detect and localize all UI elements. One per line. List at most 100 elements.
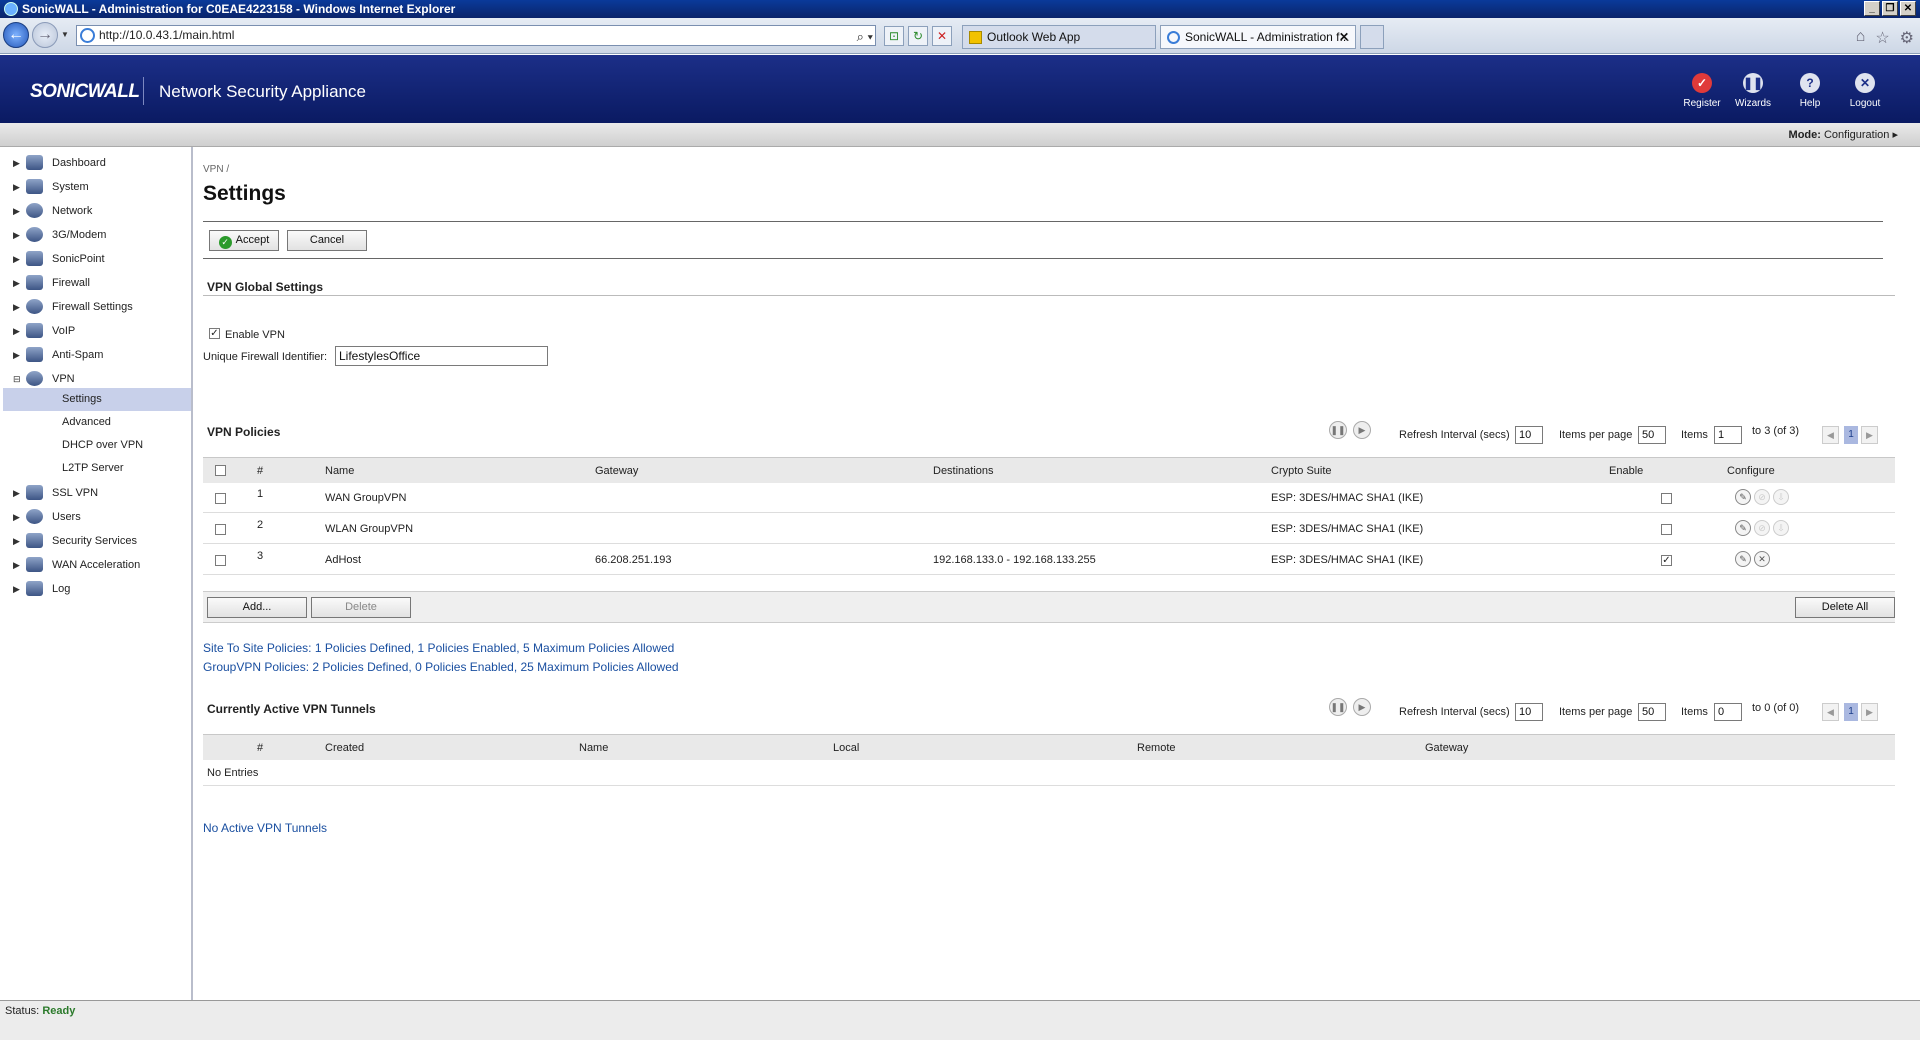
items-start-input[interactable]: 1 xyxy=(1714,426,1742,444)
sidebar-item-firewall-settings[interactable]: ▶ Firewall Settings xyxy=(0,295,193,319)
sidebar-item-ssl-vpn[interactable]: ▶ SSL VPN xyxy=(0,481,193,505)
delete-all-button[interactable]: Delete All xyxy=(1795,597,1895,618)
enable-checkbox[interactable] xyxy=(1661,493,1672,504)
breadcrumb[interactable]: VPN / xyxy=(203,164,229,175)
expand-arrow-icon[interactable]: ▶ xyxy=(13,271,20,295)
expand-arrow-icon[interactable]: ▶ xyxy=(13,319,20,343)
close-icon[interactable]: ✕ xyxy=(1900,1,1916,16)
expand-arrow-icon[interactable]: ▶ xyxy=(13,553,20,577)
tools-icon[interactable]: ⚙ xyxy=(1900,28,1914,48)
items-per-page-input[interactable]: 50 xyxy=(1638,426,1666,444)
column-header[interactable]: Destinations xyxy=(933,458,994,484)
tab-outlook[interactable]: Outlook Web App xyxy=(962,25,1156,49)
add-policy-button[interactable]: Add... xyxy=(207,597,307,618)
expand-arrow-icon[interactable]: ▶ xyxy=(13,577,20,601)
page-number[interactable]: 1 xyxy=(1844,703,1858,721)
select-all-checkbox[interactable] xyxy=(215,465,226,476)
sidebar-item-anti-spam[interactable]: ▶ Anti-Spam xyxy=(0,343,193,367)
prev-page-icon[interactable]: ◀ xyxy=(1822,426,1839,444)
column-header[interactable]: Name xyxy=(325,458,354,484)
firewall-id-input[interactable]: LifestylesOffice xyxy=(335,346,548,366)
row-select-checkbox[interactable] xyxy=(215,493,226,504)
tab-sonicwall[interactable]: SonicWALL - Administration f... ✕ xyxy=(1160,25,1356,49)
export-icon[interactable]: ⇩ xyxy=(1773,489,1789,505)
register-button[interactable]: ✓ Register xyxy=(1677,73,1727,109)
forward-icon[interactable]: → xyxy=(32,22,58,48)
sidebar-subitem-dhcp-over-vpn[interactable]: DHCP over VPN xyxy=(3,434,191,457)
next-page-icon[interactable]: ▶ xyxy=(1861,426,1878,444)
prev-page-icon[interactable]: ◀ xyxy=(1822,703,1839,721)
sidebar-item-dashboard[interactable]: ▶ Dashboard xyxy=(0,151,193,175)
expand-arrow-icon[interactable]: ▶ xyxy=(13,151,20,175)
enable-checkbox[interactable] xyxy=(1661,524,1672,535)
home-icon[interactable]: ⌂ xyxy=(1856,28,1866,48)
search-icon[interactable]: ⌕ ▾ xyxy=(857,27,873,46)
enable-vpn-checkbox[interactable]: ✓ xyxy=(209,328,220,339)
back-icon[interactable]: ← xyxy=(3,22,29,48)
help-button[interactable]: ? Help xyxy=(1785,73,1835,109)
tab-close-icon[interactable]: ✕ xyxy=(1339,26,1349,48)
edit-icon[interactable]: ✎ xyxy=(1735,489,1751,505)
sidebar-item-log[interactable]: ▶ Log xyxy=(0,577,193,601)
items-start-input[interactable]: 0 xyxy=(1714,703,1742,721)
pause-icon[interactable]: ❚❚ xyxy=(1329,421,1347,439)
table-row[interactable]: 1 WAN GroupVPN ESP: 3DES/HMAC SHA1 (IKE)… xyxy=(203,483,1895,513)
edit-icon[interactable]: ✎ xyxy=(1735,551,1751,567)
sidebar-item-security-services[interactable]: ▶ Security Services xyxy=(0,529,193,553)
sidebar-item-wan-acceleration[interactable]: ▶ WAN Acceleration xyxy=(0,553,193,577)
sidebar-item-firewall[interactable]: ▶ Firewall xyxy=(0,271,193,295)
column-header[interactable]: Enable xyxy=(1609,458,1643,484)
logout-button[interactable]: ✕ Logout xyxy=(1840,73,1890,109)
sidebar-subitem-advanced[interactable]: Advanced xyxy=(3,411,191,434)
cancel-button[interactable]: Cancel xyxy=(287,230,367,251)
expand-arrow-icon[interactable]: ▶ xyxy=(13,247,20,271)
pause-icon[interactable]: ❚❚ xyxy=(1329,698,1347,716)
column-header[interactable]: Remote xyxy=(1137,735,1176,761)
sidebar-item-users[interactable]: ▶ Users xyxy=(0,505,193,529)
minimize-icon[interactable]: _ xyxy=(1864,1,1880,16)
delete-policy-button[interactable]: Delete xyxy=(311,597,411,618)
mode-selector[interactable]: Configuration ▸ xyxy=(1824,129,1898,141)
export-icon[interactable]: ⇩ xyxy=(1773,520,1789,536)
refresh-interval-input[interactable]: 10 xyxy=(1515,703,1543,721)
expand-arrow-icon[interactable]: ▶ xyxy=(13,223,20,247)
enable-checkbox[interactable]: ✓ xyxy=(1661,555,1672,566)
compat-view-icon[interactable]: ⊡ xyxy=(884,26,904,46)
expand-arrow-icon[interactable]: ▶ xyxy=(13,505,20,529)
column-header[interactable]: # xyxy=(257,735,263,761)
expand-arrow-icon[interactable]: ▶ xyxy=(13,175,20,199)
sidebar-item-system[interactable]: ▶ System xyxy=(0,175,193,199)
next-page-icon[interactable]: ▶ xyxy=(1861,703,1878,721)
wizards-button[interactable]: ❚❚ Wizards xyxy=(1728,73,1778,109)
refresh-icon[interactable]: ↻ xyxy=(908,26,928,46)
table-row[interactable]: 3 AdHost 66.208.251.193 192.168.133.0 - … xyxy=(203,545,1895,575)
sidebar-subitem-settings[interactable]: Settings xyxy=(3,388,191,411)
accept-button[interactable]: ✓ Accept xyxy=(209,230,279,251)
play-icon[interactable]: ▶ xyxy=(1353,421,1371,439)
expand-arrow-icon[interactable]: ▶ xyxy=(13,295,20,319)
delete-icon[interactable]: ✕ xyxy=(1754,551,1770,567)
expand-arrow-icon[interactable]: ▶ xyxy=(13,529,20,553)
favorites-icon[interactable]: ☆ xyxy=(1875,28,1889,48)
row-select-checkbox[interactable] xyxy=(215,524,226,535)
sidebar-item-network[interactable]: ▶ Network xyxy=(0,199,193,223)
expand-arrow-icon[interactable]: ▶ xyxy=(13,199,20,223)
restore-icon[interactable]: ❐ xyxy=(1882,1,1898,16)
edit-icon[interactable]: ✎ xyxy=(1735,520,1751,536)
page-number[interactable]: 1 xyxy=(1844,426,1858,444)
column-header[interactable]: Created xyxy=(325,735,364,761)
column-header[interactable]: Crypto Suite xyxy=(1271,458,1332,484)
column-header[interactable]: Gateway xyxy=(595,458,638,484)
history-dropdown-icon[interactable]: ▼ xyxy=(61,30,69,39)
play-icon[interactable]: ▶ xyxy=(1353,698,1371,716)
column-header[interactable]: # xyxy=(257,458,263,484)
sidebar-item-voip[interactable]: ▶ VoIP xyxy=(0,319,193,343)
row-select-checkbox[interactable] xyxy=(215,555,226,566)
expand-arrow-icon[interactable]: ▶ xyxy=(13,343,20,367)
items-per-page-input[interactable]: 50 xyxy=(1638,703,1666,721)
address-bar[interactable]: http://10.0.43.1/main.html ⌕ ▾ xyxy=(76,25,876,46)
column-header[interactable]: Name xyxy=(579,735,608,761)
stop-icon[interactable]: ✕ xyxy=(932,26,952,46)
column-header[interactable]: Local xyxy=(833,735,859,761)
sidebar-subitem-l2tp-server[interactable]: L2TP Server xyxy=(3,457,191,480)
